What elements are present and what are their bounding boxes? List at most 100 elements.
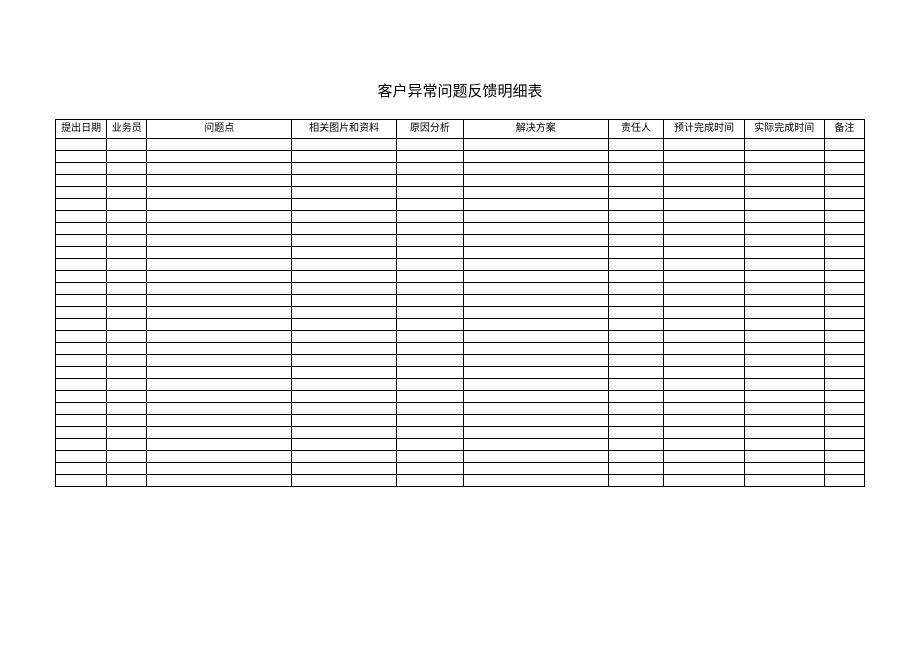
table-cell [396,463,463,475]
table-cell [608,235,664,247]
table-cell [107,175,147,187]
table-cell [56,355,107,367]
table-cell [56,415,107,427]
table-cell [292,199,397,211]
table-cell [664,271,744,283]
table-cell [56,439,107,451]
table-cell [56,163,107,175]
table-row [56,235,865,247]
table-cell [463,415,608,427]
table-cell [744,403,824,415]
table-row [56,331,865,343]
col-header-pics: 相关图片和资料 [292,120,397,139]
table-cell [664,403,744,415]
table-cell [608,367,664,379]
table-cell [147,403,292,415]
table-cell [396,199,463,211]
col-header-actual: 实际完成时间 [744,120,824,139]
table-cell [463,139,608,151]
table-cell [396,187,463,199]
col-header-solution: 解决方案 [463,120,608,139]
table-row [56,427,865,439]
table-cell [664,151,744,163]
table-cell [56,427,107,439]
table-cell [107,283,147,295]
table-row [56,175,865,187]
table-cell [147,271,292,283]
table-cell [664,319,744,331]
table-cell [396,451,463,463]
table-cell [463,247,608,259]
table-cell [147,223,292,235]
table-cell [744,451,824,463]
table-cell [664,307,744,319]
table-cell [664,379,744,391]
table-cell [463,451,608,463]
table-cell [608,187,664,199]
table-cell [56,235,107,247]
table-cell [107,295,147,307]
table-cell [664,475,744,487]
table-row [56,451,865,463]
table-row [56,271,865,283]
table-cell [396,223,463,235]
table-header-row: 提出日期 业务员 问题点 相关图片和资料 原因分析 解决方案 责任人 预计完成时… [56,120,865,139]
col-header-analysis: 原因分析 [396,120,463,139]
table-cell [147,175,292,187]
table-cell [824,343,864,355]
feedback-table: 提出日期 业务员 问题点 相关图片和资料 原因分析 解决方案 责任人 预计完成时… [55,119,865,487]
table-cell [463,475,608,487]
table-row [56,295,865,307]
table-cell [824,427,864,439]
table-cell [824,331,864,343]
table-cell [744,355,824,367]
col-header-sales: 业务员 [107,120,147,139]
table-cell [463,175,608,187]
table-cell [824,223,864,235]
table-cell [107,331,147,343]
table-cell [824,439,864,451]
table-cell [292,295,397,307]
table-cell [396,415,463,427]
table-cell [56,259,107,271]
table-row [56,403,865,415]
table-cell [664,463,744,475]
table-cell [744,163,824,175]
table-row [56,355,865,367]
table-cell [463,283,608,295]
table-cell [744,139,824,151]
table-cell [56,367,107,379]
table-cell [56,319,107,331]
table-cell [292,427,397,439]
table-cell [664,331,744,343]
table-cell [107,379,147,391]
table-row [56,463,865,475]
table-cell [664,343,744,355]
table-cell [107,415,147,427]
table-cell [608,379,664,391]
table-row [56,307,865,319]
table-cell [147,451,292,463]
table-body [56,139,865,487]
table-cell [292,223,397,235]
table-cell [396,343,463,355]
table-cell [147,367,292,379]
table-cell [608,247,664,259]
table-cell [463,187,608,199]
table-cell [396,439,463,451]
table-cell [744,211,824,223]
table-cell [744,379,824,391]
table-cell [292,391,397,403]
table-cell [824,283,864,295]
table-cell [824,319,864,331]
table-cell [107,271,147,283]
table-cell [292,175,397,187]
table-cell [147,283,292,295]
col-header-note: 备注 [824,120,864,139]
table-cell [608,211,664,223]
table-cell [292,439,397,451]
table-cell [664,163,744,175]
table-cell [147,139,292,151]
table-cell [396,391,463,403]
table-cell [664,427,744,439]
